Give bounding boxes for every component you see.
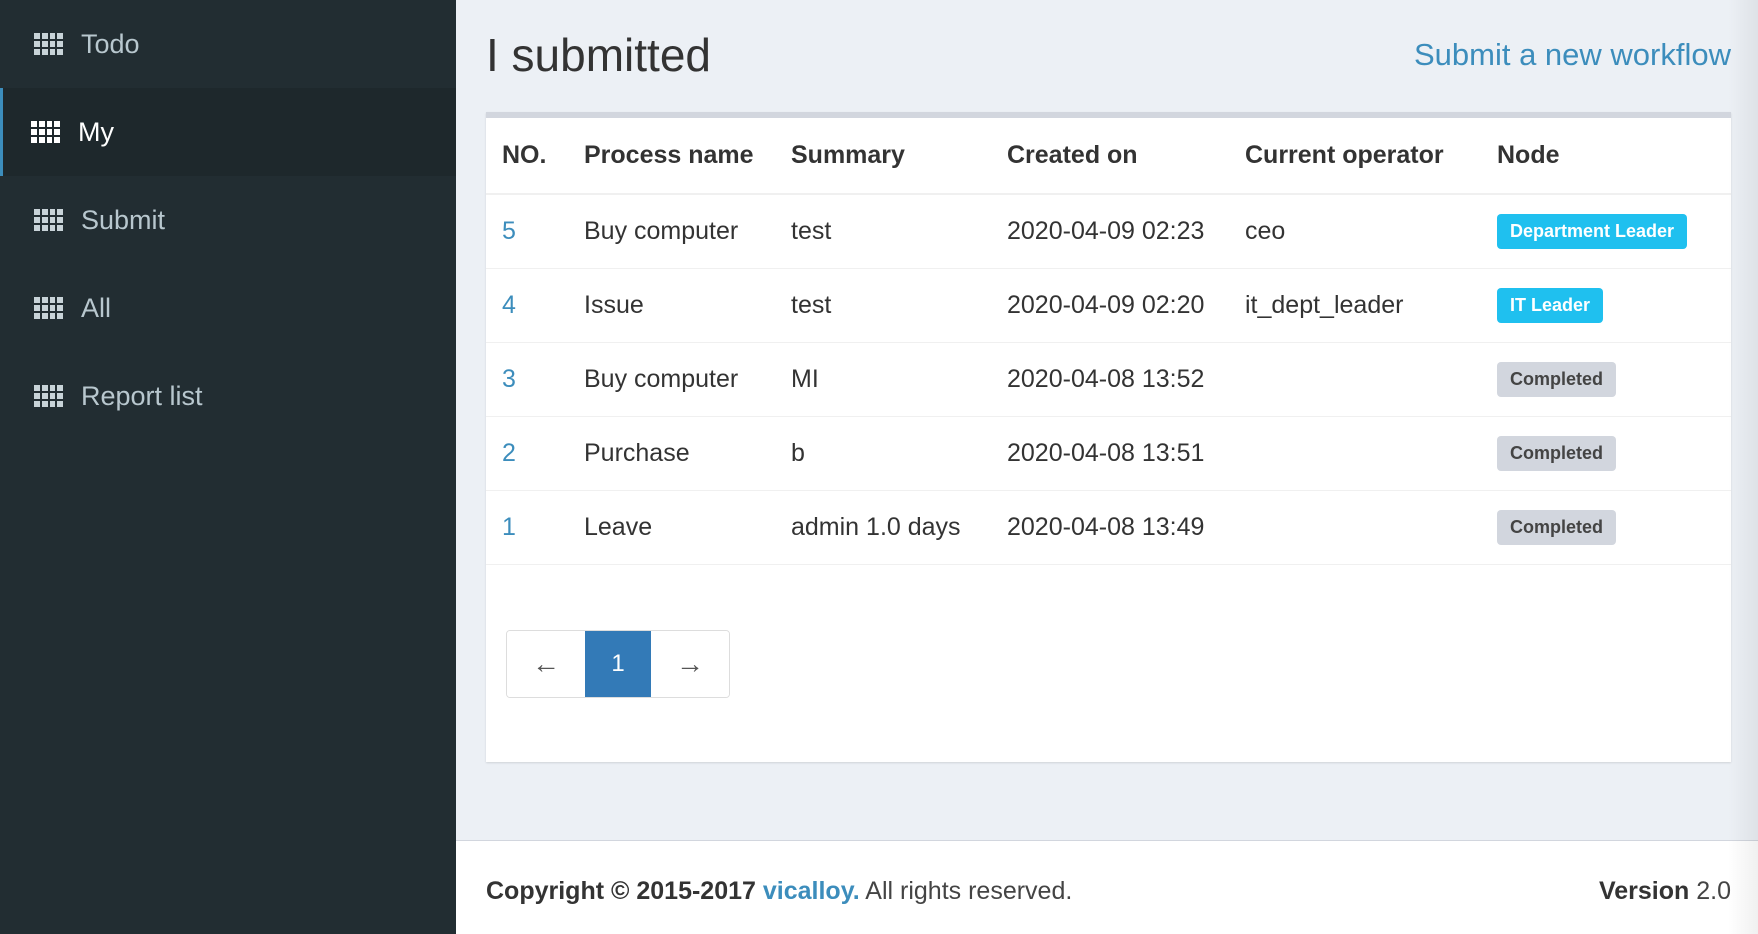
- column-header-no: NO.: [486, 118, 568, 195]
- sidebar-item-label: My: [78, 116, 114, 147]
- grid-icon: [34, 33, 63, 55]
- workflow-table-box: NO. Process name Summary Created on Curr…: [486, 112, 1731, 762]
- node-badge: Department Leader: [1497, 213, 1688, 249]
- node-badge: Completed: [1497, 361, 1617, 397]
- row-number-link[interactable]: 2: [502, 439, 516, 467]
- sidebar-item-report-list[interactable]: Report list: [0, 352, 456, 440]
- table-row: 1 Leave admin 1.0 days 2020-04-08 13:49 …: [486, 490, 1731, 565]
- created-on-cell: 2020-04-08 13:52: [991, 342, 1229, 417]
- sidebar-item-label: Todo: [81, 28, 140, 59]
- current-operator-cell: ceo: [1229, 194, 1481, 269]
- sidebar-item-label: Report list: [81, 380, 203, 411]
- sidebar-item-label: Submit: [81, 204, 166, 235]
- current-operator-cell: [1229, 490, 1481, 565]
- process-name-cell: Leave: [568, 490, 775, 565]
- row-number-link[interactable]: 4: [502, 291, 516, 319]
- grid-icon: [34, 209, 63, 231]
- version-value: 2.0: [1696, 877, 1731, 905]
- created-on-cell: 2020-04-09 02:20: [991, 268, 1229, 343]
- table-row: 4 Issue test 2020-04-09 02:20 it_dept_le…: [486, 268, 1731, 343]
- brand-link[interactable]: vicalloy.: [763, 877, 860, 905]
- sidebar-item-submit[interactable]: Submit: [0, 176, 456, 264]
- current-operator-cell: [1229, 342, 1481, 417]
- sidebar-item-my[interactable]: My: [0, 88, 456, 176]
- current-operator-cell: [1229, 416, 1481, 491]
- footer-version: Version 2.0: [1599, 877, 1731, 906]
- pagination-prev-button[interactable]: ←: [507, 631, 585, 697]
- table-row: 2 Purchase b 2020-04-08 13:51 Completed: [486, 416, 1731, 491]
- column-header-current-operator: Current operator: [1229, 118, 1481, 195]
- sidebar-item-all[interactable]: All: [0, 264, 456, 352]
- footer-copyright: Copyright © 2015-2017 vicalloy. All righ…: [486, 877, 1072, 906]
- process-name-cell: Purchase: [568, 416, 775, 491]
- grid-icon: [34, 297, 63, 319]
- created-on-cell: 2020-04-08 13:49: [991, 490, 1229, 565]
- table-row: 5 Buy computer test 2020-04-09 02:23 ceo…: [486, 194, 1731, 269]
- sidebar-item-todo[interactable]: Todo: [0, 0, 456, 88]
- created-on-cell: 2020-04-08 13:51: [991, 416, 1229, 491]
- grid-icon: [34, 385, 63, 407]
- table-header-row: NO. Process name Summary Created on Curr…: [486, 118, 1731, 195]
- summary-cell: test: [775, 268, 991, 343]
- copyright-text: Copyright © 2015-2017: [486, 877, 756, 905]
- version-label: Version: [1598, 877, 1690, 905]
- column-header-created-on: Created on: [991, 118, 1229, 195]
- workflow-table: NO. Process name Summary Created on Curr…: [486, 118, 1731, 565]
- footer: Copyright © 2015-2017 vicalloy. All righ…: [456, 840, 1758, 934]
- process-name-cell: Issue: [568, 268, 775, 343]
- process-name-cell: Buy computer: [568, 342, 775, 417]
- grid-icon: [31, 121, 60, 143]
- current-operator-cell: it_dept_leader: [1229, 268, 1481, 343]
- page-title: I submitted: [486, 29, 711, 81]
- pagination-next-button[interactable]: →: [651, 631, 729, 697]
- created-on-cell: 2020-04-09 02:23: [991, 194, 1229, 269]
- pagination-page-1[interactable]: 1: [585, 631, 651, 697]
- sidebar-item-label: All: [81, 292, 112, 323]
- summary-cell: test: [775, 194, 991, 269]
- summary-cell: admin 1.0 days: [775, 490, 991, 565]
- column-header-summary: Summary: [775, 118, 991, 195]
- summary-cell: MI: [775, 342, 991, 417]
- node-badge: Completed: [1497, 509, 1617, 545]
- table-row: 3 Buy computer MI 2020-04-08 13:52 Compl…: [486, 342, 1731, 417]
- pagination: ← 1 →: [506, 630, 730, 698]
- process-name-cell: Buy computer: [568, 194, 775, 269]
- summary-cell: b: [775, 416, 991, 491]
- node-badge: Completed: [1497, 435, 1617, 471]
- row-number-link[interactable]: 1: [502, 513, 516, 541]
- column-header-process-name: Process name: [568, 118, 775, 195]
- row-number-link[interactable]: 3: [502, 365, 516, 393]
- submit-new-workflow-link[interactable]: Submit a new workflow: [1414, 37, 1731, 73]
- row-number-link[interactable]: 5: [502, 217, 516, 245]
- sidebar: Todo My Submit All Report list: [0, 0, 456, 934]
- rights-text: All rights reserved.: [865, 877, 1073, 905]
- node-badge: IT Leader: [1497, 287, 1604, 323]
- column-header-node: Node: [1481, 118, 1731, 195]
- main-content: I submitted Submit a new workflow NO. Pr…: [456, 0, 1758, 840]
